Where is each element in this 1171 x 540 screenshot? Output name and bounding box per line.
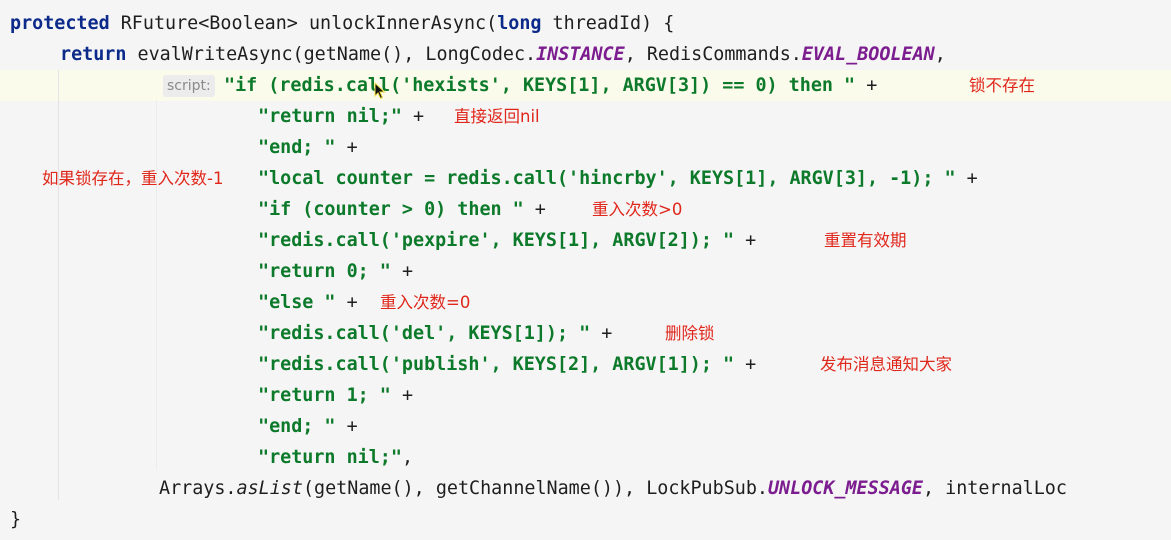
code-line-10[interactable]: "else " + <box>258 287 358 318</box>
code-text: + <box>390 261 414 282</box>
string-literal: "if (redis.call('hexists', KEYS[1], ARGV… <box>224 75 856 96</box>
code-text: } <box>10 509 22 530</box>
code-line-11[interactable]: "redis.call('del', KEYS[1]); " + <box>258 318 612 349</box>
string-literal: "redis.call('publish', KEYS[2], ARGV[1])… <box>258 354 735 375</box>
string-literal: "end; " <box>258 416 336 437</box>
string-literal: "redis.call('del', KEYS[1]); " <box>258 323 591 344</box>
indent-guide <box>156 100 157 470</box>
code-text: (getName(), getChannelName()), LockPubSu… <box>302 478 768 499</box>
code-line-4[interactable]: "return nil;" + <box>258 101 424 132</box>
code-text: + <box>390 385 414 406</box>
code-text: + <box>855 75 878 96</box>
string-literal: "if (counter > 0) then " <box>258 199 524 220</box>
string-literal: "else " <box>258 292 336 313</box>
annotation-lock-exists-decrement: 如果锁存在，重入次数-1 <box>42 169 224 188</box>
code-line-15[interactable]: "return nil;", <box>258 442 413 473</box>
code-text: + <box>335 137 358 158</box>
code-text: + <box>335 292 358 313</box>
annotation-reentry-gt-zero: 重入次数>0 <box>592 200 683 219</box>
code-line-8[interactable]: "redis.call('pexpire', KEYS[1], ARGV[2])… <box>258 225 756 256</box>
mouse-pointer-icon <box>374 82 386 100</box>
string-literal: "local counter = redis.call('hincrby', K… <box>258 168 956 189</box>
static-method: asList <box>236 478 303 499</box>
annotation-reset-expiry: 重置有效期 <box>824 231 907 250</box>
code-line-1[interactable]: protected RFuture<Boolean> unlockInnerAs… <box>10 8 674 39</box>
code-line-16[interactable]: Arrays.asList(getName(), getChannelName(… <box>159 473 1067 504</box>
code-text: + <box>734 354 757 375</box>
annotation-delete-lock: 删除锁 <box>665 324 715 343</box>
code-line-9[interactable]: "return 0; " + <box>258 256 413 287</box>
indent-guide <box>58 70 59 500</box>
code-text: , <box>934 44 946 65</box>
code-line-7[interactable]: "if (counter > 0) then " + <box>258 194 546 225</box>
string-literal: "return 0; " <box>258 261 391 282</box>
string-literal: "end; " <box>258 137 336 158</box>
keyword: protected <box>10 13 110 34</box>
code-text: Arrays. <box>159 478 237 499</box>
code-text: + <box>523 199 546 220</box>
code-text: evalWriteAsync(getName(), LongCodec. <box>126 44 537 65</box>
code-text: + <box>590 323 613 344</box>
parameter-hint: script: <box>163 75 215 97</box>
code-line-13[interactable]: "return 1; " + <box>258 380 413 411</box>
constant: INSTANCE <box>536 44 625 65</box>
constant: EVAL_BOOLEAN <box>801 44 935 65</box>
code-text: RFuture<Boolean> unlockInnerAsync( <box>109 13 498 34</box>
code-line-12[interactable]: "redis.call('publish', KEYS[2], ARGV[1])… <box>258 349 756 380</box>
code-text: , internalLoc <box>923 478 1067 499</box>
keyword: return <box>60 44 127 65</box>
code-text: + <box>955 168 978 189</box>
string-literal: "return 1; " <box>258 385 391 406</box>
code-text: + <box>401 106 425 127</box>
annotation-publish-message: 发布消息通知大家 <box>820 355 952 374</box>
code-line-6[interactable]: "local counter = redis.call('hincrby', K… <box>258 163 978 194</box>
code-line-5[interactable]: "end; " + <box>258 132 358 163</box>
code-text: , RedisCommands. <box>624 44 802 65</box>
string-literal: "redis.call('pexpire', KEYS[1], ARGV[2])… <box>258 230 735 251</box>
constant: UNLOCK_MESSAGE <box>767 478 923 499</box>
code-line-2[interactable]: return evalWriteAsync(getName(), LongCod… <box>60 39 946 70</box>
annotation-reentry-zero: 重入次数=0 <box>380 293 471 312</box>
code-text: + <box>734 230 757 251</box>
code-line-3[interactable]: "if (redis.call('hexists', KEYS[1], ARGV… <box>224 70 877 101</box>
code-text: + <box>335 416 358 437</box>
code-line-14[interactable]: "end; " + <box>258 411 358 442</box>
annotation-lock-not-exist: 锁不存在 <box>969 76 1035 95</box>
keyword: long <box>497 13 542 34</box>
code-line-17[interactable]: } <box>10 504 21 535</box>
string-literal: "return nil;" <box>258 447 402 468</box>
string-literal: "return nil;" <box>258 106 402 127</box>
annotation-return-nil: 直接返回nil <box>454 107 540 126</box>
code-editor[interactable]: protected RFuture<Boolean> unlockInnerAs… <box>0 0 1171 540</box>
code-text: , <box>401 447 414 468</box>
code-text: threadId) { <box>541 13 675 34</box>
